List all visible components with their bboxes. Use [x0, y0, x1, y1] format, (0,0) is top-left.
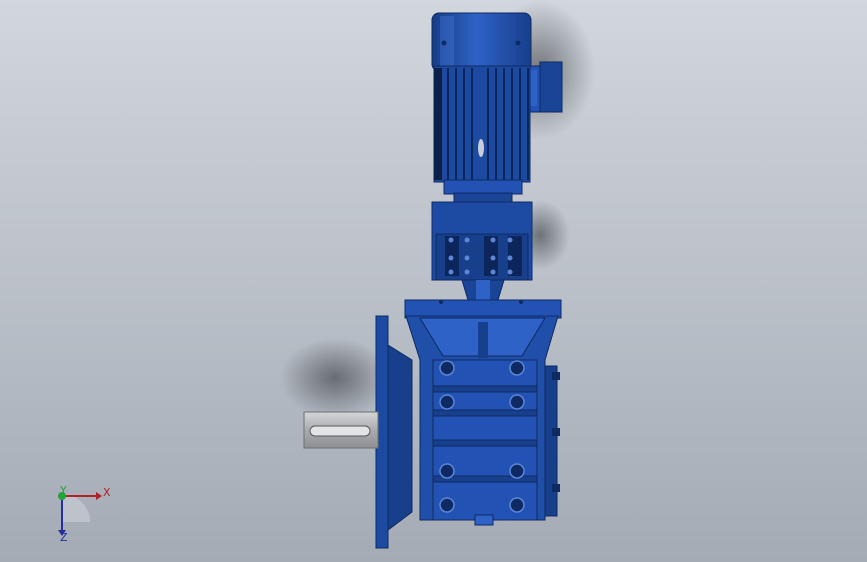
motor-body[interactable] [433, 65, 531, 183]
motor-flange[interactable] [443, 179, 523, 204]
intermediate-housing[interactable] [431, 201, 533, 281]
output-flange[interactable] [375, 315, 413, 549]
y-axis-label: Y [60, 484, 67, 497]
gear-motor-model[interactable] [0, 0, 867, 562]
graphics-viewport[interactable]: X Y Z [0, 0, 867, 562]
gearbox-body[interactable] [405, 315, 560, 526]
coordinate-triad: X Y Z [44, 482, 124, 546]
gearbox-top-flange[interactable] [404, 299, 562, 319]
triad-axes [58, 492, 102, 536]
coupling-neck[interactable] [461, 279, 505, 301]
output-shaft[interactable] [303, 411, 379, 449]
x-axis-label: X [103, 486, 111, 499]
motor-cover[interactable] [431, 12, 532, 72]
z-axis-label: Z [60, 531, 68, 544]
